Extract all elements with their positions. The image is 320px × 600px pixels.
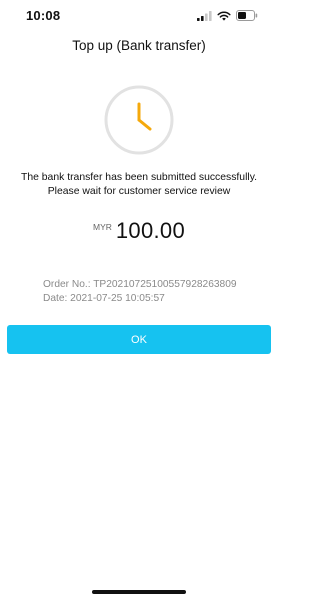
signal-icon	[197, 10, 212, 21]
amount-row: MYR 100.00	[0, 218, 278, 244]
battery-icon	[236, 10, 258, 21]
success-message: The bank transfer has been submitted suc…	[20, 172, 258, 183]
order-number: Order No.: TP20210725100557928263809	[43, 279, 237, 290]
status-time: 10:08	[26, 8, 61, 23]
wifi-icon	[217, 10, 231, 21]
amount-value: 100.00	[115, 218, 185, 243]
ok-button[interactable]: OK	[7, 325, 271, 354]
currency-label: MYR	[93, 222, 112, 232]
status-bar: 10:08	[0, 0, 278, 30]
topup-result-screen: 10:08 Top up (Bank transfer) The bank tr…	[0, 0, 278, 600]
clock-icon	[103, 84, 175, 156]
status-icons	[197, 10, 258, 21]
order-date: Date: 2021-07-25 10:05:57	[43, 293, 165, 304]
review-message: Please wait for customer service review	[47, 186, 231, 197]
home-indicator	[92, 590, 186, 594]
page-title: Top up (Bank transfer)	[72, 38, 206, 53]
